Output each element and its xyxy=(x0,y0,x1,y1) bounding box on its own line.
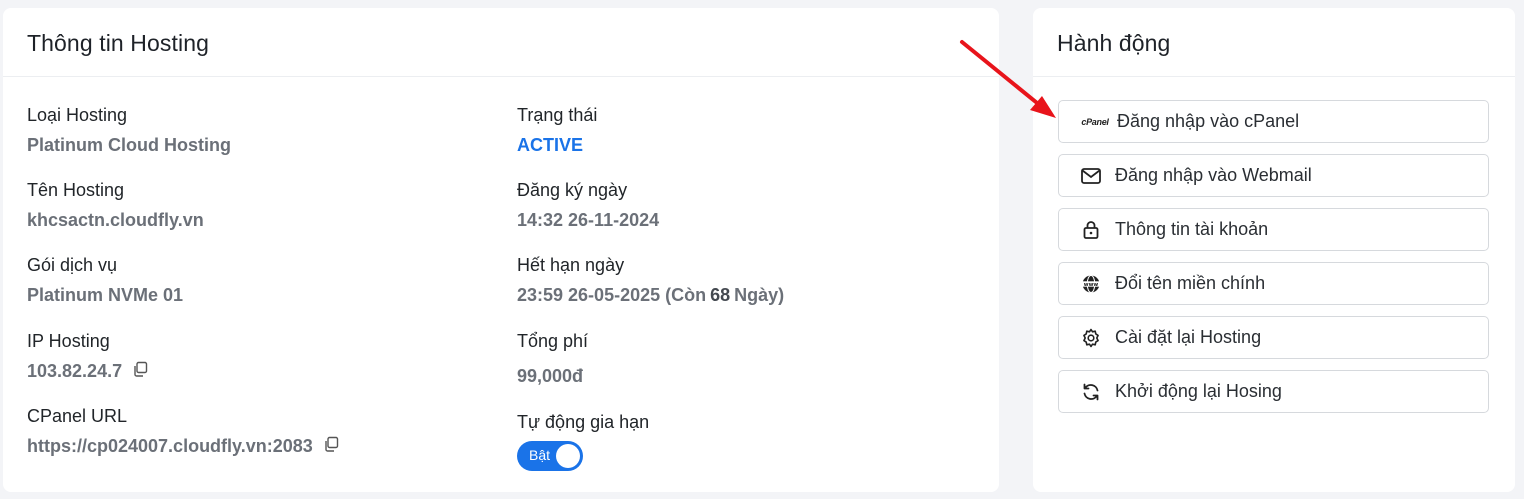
remaining-days-unit: Ngày) xyxy=(734,285,785,305)
hosting-name-label: Tên Hosting xyxy=(27,180,125,200)
hosting-info-card: Thông tin Hosting Loại Hosting Platinum … xyxy=(3,8,999,492)
cpanel-url-label: CPanel URL xyxy=(27,406,128,426)
expiry-date-label: Hết hạn ngày xyxy=(517,255,625,275)
ip-hosting-row: 103.82.24.7 xyxy=(27,360,148,382)
cpanel-url-row: https://cp024007.cloudfly.vn:2083 xyxy=(27,435,339,457)
envelope-icon xyxy=(1081,166,1101,186)
service-package-value: Platinum NVMe 01 xyxy=(27,285,184,305)
hosting-info-title: Thông tin Hosting xyxy=(3,8,999,77)
field-expiry-date: Hết hạn ngày 23:59 26-05-2025 (Còn 68 Ng… xyxy=(517,254,784,306)
auto-renew-toggle-label: Bật xyxy=(529,447,551,463)
expiry-date-row: 23:59 26-05-2025 (Còn 68 Ngày) xyxy=(517,284,784,306)
auto-renew-label: Tự động gia hạn xyxy=(517,412,650,432)
service-package-label: Gói dịch vụ xyxy=(27,255,118,275)
account-info-label: Thông tin tài khoản xyxy=(1115,219,1269,239)
total-fee-value: 99,000đ xyxy=(517,366,584,386)
ip-hosting-value: 103.82.24.7 xyxy=(27,361,123,381)
field-total-fee: Tổng phí 99,000đ xyxy=(517,330,588,387)
field-service-package: Gói dịch vụ Platinum NVMe 01 xyxy=(27,254,183,306)
toggle-knob xyxy=(556,444,580,468)
login-webmail-label: Đăng nhập vào Webmail xyxy=(1115,165,1312,185)
copy-icon[interactable] xyxy=(323,435,339,452)
registered-date-value: 14:32 26-11-2024 xyxy=(517,210,660,230)
total-fee-label: Tổng phí xyxy=(517,331,589,351)
auto-renew-toggle[interactable]: Bật xyxy=(517,441,583,471)
cpanel-url-value: https://cp024007.cloudfly.vn:2083 xyxy=(27,436,313,456)
status-label: Trạng thái xyxy=(517,105,598,125)
change-primary-domain-label: Đổi tên miền chính xyxy=(1115,273,1266,293)
field-status: Trạng thái ACTIVE xyxy=(517,104,597,156)
field-registered-date: Đăng ký ngày 14:32 26-11-2024 xyxy=(517,179,659,231)
actions-title: Hành động xyxy=(1033,8,1515,77)
expiry-date-value: 23:59 26-05-2025 (Còn xyxy=(517,285,707,305)
actions-card: Hành động cPanel Đăng nhập vào cPanel Đă… xyxy=(1033,8,1515,492)
gear-icon xyxy=(1081,328,1101,348)
hosting-name-value: khcsactn.cloudfly.vn xyxy=(27,210,204,230)
cpanel-logo-text: cPanel xyxy=(1081,116,1109,127)
field-hosting-name: Tên Hosting khcsactn.cloudfly.vn xyxy=(27,179,204,231)
login-cpanel-button[interactable]: cPanel Đăng nhập vào cPanel xyxy=(1058,100,1489,143)
change-primary-domain-button[interactable]: www Đổi tên miền chính xyxy=(1058,262,1489,305)
login-webmail-button[interactable]: Đăng nhập vào Webmail xyxy=(1058,154,1489,197)
field-ip-hosting: IP Hosting 103.82.24.7 xyxy=(27,330,148,382)
account-info-button[interactable]: Thông tin tài khoản xyxy=(1058,208,1489,251)
annotation-arrow-icon xyxy=(960,40,1056,118)
svg-text:www: www xyxy=(1084,281,1099,287)
registered-date-label: Đăng ký ngày xyxy=(517,180,628,200)
restart-hosting-label: Khởi động lại Hosing xyxy=(1115,381,1282,401)
field-cpanel-url: CPanel URL https://cp024007.cloudfly.vn:… xyxy=(27,405,339,457)
status-badge: ACTIVE xyxy=(517,135,584,155)
field-hosting-type: Loại Hosting Platinum Cloud Hosting xyxy=(27,104,231,156)
globe-www-icon: www xyxy=(1081,274,1101,294)
cpanel-logo-icon: cPanel xyxy=(1081,112,1109,132)
reinstall-hosting-label: Cài đặt lại Hosting xyxy=(1115,327,1262,347)
refresh-icon xyxy=(1081,382,1101,402)
lock-icon xyxy=(1081,220,1101,240)
login-cpanel-label: Đăng nhập vào cPanel xyxy=(1117,111,1300,131)
hosting-type-value: Platinum Cloud Hosting xyxy=(27,135,231,155)
ip-hosting-label: IP Hosting xyxy=(27,331,110,351)
restart-hosting-button[interactable]: Khởi động lại Hosing xyxy=(1058,370,1489,413)
reinstall-hosting-button[interactable]: Cài đặt lại Hosting xyxy=(1058,316,1489,359)
field-auto-renew: Tự động gia hạn Bật xyxy=(517,411,649,476)
copy-icon[interactable] xyxy=(132,360,148,377)
remaining-days: 68 xyxy=(710,285,731,305)
hosting-type-label: Loại Hosting xyxy=(27,105,128,125)
